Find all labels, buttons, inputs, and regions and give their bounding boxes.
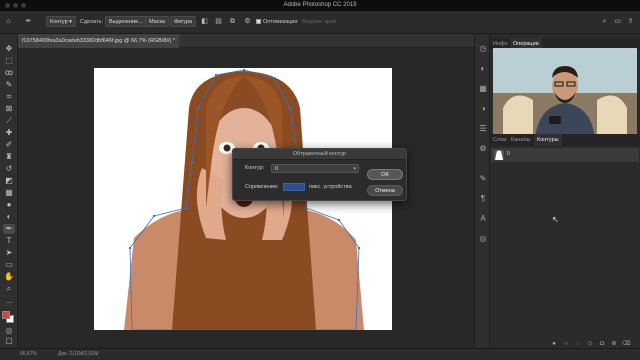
dodge-icon[interactable]: ◐: [3, 212, 15, 222]
auto-add-checkbox[interactable]: [256, 19, 261, 25]
properties-panel-icon[interactable]: ⚙: [478, 144, 488, 154]
tab-paths[interactable]: Контуры: [534, 134, 562, 146]
path-thumbnail-icon: [494, 150, 504, 160]
presenter-illustration: [493, 48, 637, 138]
fill-path-icon[interactable]: ●: [550, 340, 558, 348]
align-edges-label: Выровн. края: [302, 19, 337, 25]
tab-channels[interactable]: Каналы: [508, 134, 534, 146]
flatness-input[interactable]: [283, 183, 305, 191]
path-arrangement-icon[interactable]: ⧉: [228, 17, 237, 26]
path-row[interactable]: 0: [491, 148, 639, 162]
history-brush-icon[interactable]: ↺: [3, 164, 15, 174]
load-selection-icon[interactable]: ◌: [574, 340, 582, 348]
app-title: Adobe Photoshop CC 2019: [283, 2, 357, 8]
quick-select-icon[interactable]: ✎: [3, 80, 15, 90]
lasso-icon[interactable]: ꝏ: [3, 68, 15, 78]
path-select-value: 0: [275, 166, 279, 172]
history-panel-icon[interactable]: ◷: [478, 44, 488, 54]
flatness-unit: пикс. устройства: [309, 184, 352, 190]
dialog-title: Обтравочный контур: [233, 149, 406, 160]
cancel-button[interactable]: Отмена: [367, 185, 403, 196]
screen-mode-icon[interactable]: ▢: [3, 336, 15, 346]
options-bar: ⌂ ✒ Контур ▾ Сделать: Выделение... Маска…: [0, 11, 640, 34]
make-label: Сделать:: [80, 19, 104, 25]
pen-icon[interactable]: ✒: [3, 224, 15, 234]
home-icon[interactable]: ⌂: [4, 17, 13, 26]
pen-tool-preset-icon[interactable]: ✒: [24, 17, 33, 26]
tool-mode-select[interactable]: Контур ▾: [46, 16, 76, 27]
auto-add-label: Оптимизация: [263, 19, 298, 25]
status-bar: 66,67% Док: 2,01M/2,01M: [0, 348, 640, 360]
document-tab-bar: f19758400fea3a0cadeb33382dbf646f.jpg @ 6…: [18, 34, 474, 48]
chevron-down-icon: ▾: [353, 166, 356, 172]
flatness-label: Спрямление:: [245, 184, 279, 190]
add-mask-icon[interactable]: ◘: [598, 340, 606, 348]
workspace-icon[interactable]: ▭: [613, 17, 622, 26]
paths-panel-footer: ● ○ ◌ ◇ ◘ ⊕ ⌫: [490, 340, 640, 348]
auto-add-delete-option[interactable]: Оптимизация: [256, 17, 297, 27]
gradient-icon[interactable]: ▦: [3, 188, 15, 198]
tools-panel: ✥ ⬚ ꝏ ✎ ⌗ ⊠ ⟋ ✚ ✐ ♜ ↺ ◩ ▦ ● ◐ ✒ T ➤ ▭ ✋ …: [0, 34, 18, 348]
path-select[interactable]: 0 ▾: [271, 164, 359, 173]
path-label: Контур:: [245, 165, 265, 171]
adjustments-panel-icon[interactable]: ◑: [478, 104, 488, 114]
libraries-panel-icon[interactable]: ☰: [478, 124, 488, 134]
eraser-icon[interactable]: ◩: [3, 176, 15, 186]
make-path-icon[interactable]: ◇: [586, 340, 594, 348]
mask-button[interactable]: Маска: [145, 16, 170, 27]
quick-mask-icon[interactable]: ◎: [3, 326, 15, 336]
document-tab[interactable]: f19758400fea3a0cadeb33382dbf646f.jpg @ 6…: [18, 34, 179, 48]
rectangle-icon[interactable]: ▭: [3, 260, 15, 270]
foreground-color-swatch[interactable]: [2, 311, 10, 319]
glyphs-panel-icon[interactable]: ◎: [478, 234, 488, 244]
bottom-panel-tabs: Слои Каналы Контуры: [490, 134, 640, 146]
marquee-icon[interactable]: ⬚: [3, 56, 15, 66]
eyedropper-icon[interactable]: ⟋: [3, 116, 15, 126]
brushes-panel-icon[interactable]: ✎: [478, 174, 488, 184]
right-panels: Инфо Операции Слои Каналы Контуры 0 ● ○ …: [490, 34, 640, 348]
settings-gear-icon[interactable]: ⚙: [243, 17, 252, 26]
zoom-level[interactable]: 66,67%: [20, 351, 37, 357]
search-icon[interactable]: ⌕: [600, 17, 609, 26]
clipping-path-dialog: Обтравочный контур Контур: 0 ▾ Спрямлени…: [232, 148, 407, 201]
ok-button[interactable]: ОК: [367, 169, 403, 180]
webcam-video-overlay: [493, 48, 637, 138]
brush-icon[interactable]: ✐: [3, 140, 15, 150]
shape-button[interactable]: Фигура: [170, 16, 197, 27]
hand-icon[interactable]: ✋: [3, 272, 15, 282]
frame-icon[interactable]: ⊠: [3, 104, 15, 114]
path-operations-icon[interactable]: ◧: [200, 17, 209, 26]
tool-mode-label: Контур: [50, 19, 68, 25]
path-name: 0: [507, 151, 510, 157]
stroke-path-icon[interactable]: ○: [562, 340, 570, 348]
share-icon[interactable]: ⇪: [626, 17, 635, 26]
crop-icon[interactable]: ⌗: [3, 92, 15, 102]
zoom-icon[interactable]: ⌕: [3, 284, 15, 294]
stamp-icon[interactable]: ♜: [3, 152, 15, 162]
delete-path-icon[interactable]: ⌫: [622, 340, 630, 348]
path-select-icon[interactable]: ➤: [3, 248, 15, 258]
character-panel-icon[interactable]: A: [478, 214, 488, 224]
color-panel-icon[interactable]: ◐: [478, 64, 488, 74]
selection-button[interactable]: Выделение...: [105, 16, 147, 27]
healing-icon[interactable]: ✚: [3, 128, 15, 138]
window-title-bar: Adobe Photoshop CC 2019: [0, 0, 640, 11]
path-alignment-icon[interactable]: ▤: [214, 17, 223, 26]
mouse-cursor-icon: ↖: [552, 215, 559, 224]
more-icon[interactable]: …: [3, 296, 15, 306]
type-icon[interactable]: T: [3, 236, 15, 246]
paragraph-panel-icon[interactable]: ¶: [478, 194, 488, 204]
panel-icon-strip: ◷ ◐ ▦ ◑ ☰ ⚙ ✎ ¶ A ◎: [474, 34, 490, 348]
swatches-panel-icon[interactable]: ▦: [478, 84, 488, 94]
move-icon[interactable]: ✥: [3, 44, 15, 54]
document-tab-label: f19758400fea3a0cadeb33382dbf646f.jpg @ 6…: [22, 38, 175, 44]
tab-layers[interactable]: Слои: [490, 134, 509, 146]
document-info: Док: 2,01M/2,01M: [58, 351, 99, 357]
new-path-icon[interactable]: ⊕: [610, 340, 618, 348]
blur-icon[interactable]: ●: [3, 200, 15, 210]
